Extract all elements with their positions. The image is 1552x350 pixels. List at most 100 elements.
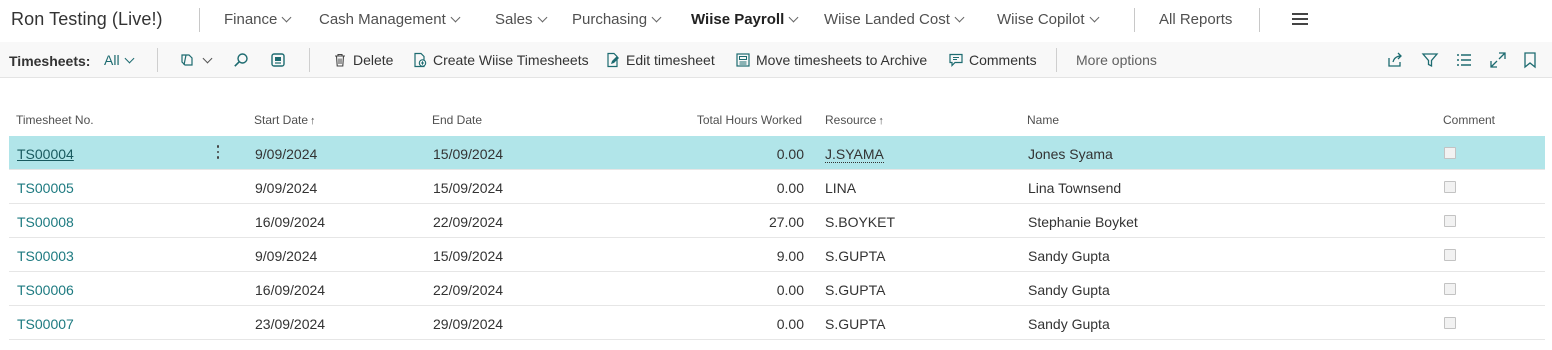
resource-cell: S.GUPTA — [825, 248, 885, 264]
comment-checkbox[interactable] — [1444, 317, 1456, 329]
start-date-cell: 16/09/2024 — [255, 282, 326, 298]
view-filter-dropdown[interactable]: All — [104, 52, 135, 68]
chevron-down-icon — [450, 12, 461, 23]
start-date-cell: 9/09/2024 — [255, 248, 318, 264]
resource-cell: S.GUPTA — [825, 316, 885, 332]
name-cell: Sandy Gupta — [1028, 248, 1110, 264]
table-row[interactable]: TS00005 9/09/2024 15/09/2024 0.00 LINA Lina T… — [9, 170, 1545, 204]
delete-button[interactable]: Delete — [332, 52, 393, 68]
row-actions-icon[interactable] — [215, 145, 221, 161]
nav-finance[interactable]: Finance — [224, 11, 292, 28]
action-bar: Timesheets: All Delete Create Wiise Time… — [0, 42, 1552, 78]
nav-sales[interactable]: Sales — [495, 11, 547, 28]
column-header-resource[interactable]: Resource ↑ — [825, 113, 884, 127]
company-name[interactable]: Ron Testing (Live!) — [11, 9, 163, 30]
name-cell: Jones Syama — [1028, 146, 1113, 162]
total-hours-cell: 0.00 — [776, 180, 804, 196]
chevron-down-icon — [788, 12, 799, 23]
comments-button[interactable]: Comments — [948, 52, 1037, 68]
nav-purchasing[interactable]: Purchasing — [572, 11, 662, 28]
end-date-cell: 29/09/2024 — [433, 316, 504, 332]
resource-cell: S.GUPTA — [825, 282, 885, 298]
trash-icon — [335, 53, 345, 67]
more-options-button[interactable]: More options — [1076, 52, 1157, 68]
comment-checkbox[interactable] — [1444, 215, 1456, 227]
timesheet-no-link[interactable]: TS00005 — [17, 180, 74, 196]
column-header-name[interactable]: Name — [1027, 113, 1059, 127]
share-icon[interactable] — [1386, 51, 1404, 69]
sort-ascending-icon: ↑ — [878, 115, 884, 127]
bookmark-icon[interactable] — [1521, 51, 1539, 69]
edit-timesheet-button[interactable]: Edit timesheet — [605, 52, 715, 68]
resource-cell: J.SYAMA — [825, 146, 884, 163]
nav-cash-management[interactable]: Cash Management — [319, 11, 461, 28]
total-hours-cell: 0.00 — [776, 282, 804, 298]
list-view-icon[interactable] — [1455, 51, 1473, 69]
comment-icon — [949, 53, 963, 67]
chevron-down-icon — [954, 12, 965, 23]
timesheet-no-link[interactable]: TS00004 — [17, 146, 74, 162]
column-header-timesheet-no[interactable]: Timesheet No. — [16, 113, 94, 127]
move-to-archive-button[interactable]: Move timesheets to Archive — [735, 52, 927, 68]
nav-wiise-payroll[interactable]: Wiise Payroll — [691, 11, 799, 28]
name-cell: Stephanie Boyket — [1028, 214, 1138, 230]
action-divider — [309, 48, 310, 72]
column-header-start-date[interactable]: Start Date ↑ — [254, 113, 316, 127]
table-row[interactable]: TS00003 9/09/2024 15/09/2024 9.00 S.GUPTA San… — [9, 238, 1545, 272]
resource-value: J.SYAMA — [825, 146, 884, 163]
timesheet-no-link[interactable]: TS00008 — [17, 214, 74, 230]
comment-checkbox[interactable] — [1444, 283, 1456, 295]
comment-checkbox[interactable] — [1444, 249, 1456, 261]
resource-cell: S.BOYKET — [825, 214, 895, 230]
column-header-comment[interactable]: Comment — [1443, 113, 1495, 127]
end-date-cell: 22/09/2024 — [433, 214, 504, 230]
chevron-down-icon — [281, 12, 292, 23]
total-hours-cell: 27.00 — [768, 214, 804, 230]
resource-value: S.GUPTA — [825, 248, 886, 264]
comment-checkbox[interactable] — [1444, 147, 1456, 159]
table-row[interactable]: TS00007 23/09/2024 29/09/2024 0.00 S.GUPTA Sa… — [9, 306, 1545, 340]
top-navigation: Ron Testing (Live!) Finance Cash Managem… — [0, 0, 1552, 40]
comment-checkbox[interactable] — [1444, 181, 1456, 193]
end-date-cell: 22/09/2024 — [433, 282, 504, 298]
action-divider — [1056, 48, 1057, 72]
start-date-cell: 9/09/2024 — [255, 180, 318, 196]
start-date-cell: 9/09/2024 — [255, 146, 318, 162]
nav-wiise-copilot[interactable]: Wiise Copilot — [997, 11, 1099, 28]
end-date-cell: 15/09/2024 — [433, 248, 504, 264]
total-hours-cell: 9.00 — [776, 248, 804, 264]
filter-icon[interactable] — [1421, 51, 1439, 69]
resource-cell: LINA — [825, 180, 856, 196]
hamburger-menu-icon[interactable] — [1292, 13, 1308, 25]
table-row[interactable]: TS00006 16/09/2024 22/09/2024 0.00 S.GUPTA Sa… — [9, 272, 1545, 306]
search-button[interactable] — [233, 52, 254, 68]
edit-list-icon — [271, 53, 285, 67]
chevron-down-icon — [202, 53, 213, 63]
expand-icon[interactable] — [1489, 51, 1507, 69]
copilot-icon — [181, 54, 193, 66]
start-date-cell: 16/09/2024 — [255, 214, 326, 230]
timesheet-no-link[interactable]: TS00007 — [17, 316, 74, 332]
edit-list-button[interactable] — [270, 52, 291, 68]
nav-wiise-landed-cost[interactable]: Wiise Landed Cost — [824, 11, 965, 28]
copilot-actions-button[interactable] — [179, 52, 213, 68]
column-header-end-date[interactable]: End Date — [432, 113, 482, 127]
nav-divider — [1134, 8, 1135, 32]
timesheet-no-link[interactable]: TS00003 — [17, 248, 74, 264]
chevron-down-icon — [1089, 12, 1099, 23]
nav-divider — [199, 8, 200, 32]
name-cell: Lina Townsend — [1028, 180, 1122, 196]
nav-divider — [1259, 8, 1260, 32]
archive-icon — [736, 53, 750, 67]
table-row[interactable]: TS00004 9/09/2024 15/09/2024 0.00 J.SYAMA Jon… — [9, 136, 1545, 170]
column-header-total-hours[interactable]: Total Hours Worked — [682, 113, 802, 127]
chevron-down-icon — [537, 12, 547, 23]
name-cell: Sandy Gupta — [1028, 282, 1110, 298]
timesheet-no-link[interactable]: TS00006 — [17, 282, 74, 298]
nav-all-reports[interactable]: All Reports — [1159, 11, 1232, 28]
end-date-cell: 15/09/2024 — [433, 146, 504, 162]
create-wiise-timesheets-button[interactable]: Create Wiise Timesheets — [412, 52, 589, 68]
table-row[interactable]: TS00008 16/09/2024 22/09/2024 27.00 S.BOYKET… — [9, 204, 1545, 238]
search-icon — [234, 53, 248, 67]
resource-value: S.GUPTA — [825, 316, 886, 332]
